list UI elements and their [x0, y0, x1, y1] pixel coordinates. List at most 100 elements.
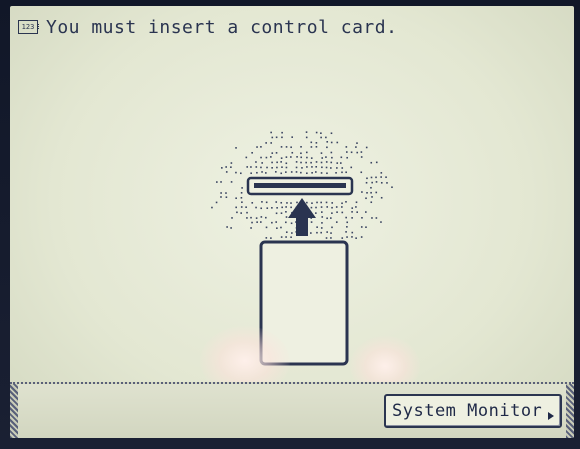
halo-dot: [285, 156, 288, 158]
halo-dot: [336, 211, 338, 213]
halo-dot: [285, 211, 287, 213]
halo-dot: [276, 166, 278, 169]
halo-dot: [240, 196, 243, 199]
halo-dot: [285, 162, 288, 165]
halo-dot: [351, 236, 353, 238]
halo-dot: [230, 181, 233, 183]
halo-dot: [256, 171, 258, 174]
halo-dot: [276, 207, 278, 209]
halo-dot: [251, 202, 254, 204]
halo-dot: [225, 171, 228, 173]
halo-dot: [331, 202, 334, 204]
halo-dot: [235, 197, 237, 200]
halo-dot: [330, 237, 332, 239]
halo-dot: [235, 171, 237, 174]
halo-dot: [220, 192, 222, 194]
halo-dot: [305, 131, 308, 133]
halo-dot: [321, 216, 324, 218]
halo-dot: [255, 161, 257, 163]
halo-dot: [271, 136, 274, 139]
halo-dot: [215, 201, 218, 204]
halo-dot: [290, 236, 292, 239]
halo-dot: [265, 226, 268, 229]
halo-dot: [345, 171, 347, 174]
halo-dot: [350, 166, 353, 169]
halo-dot: [285, 171, 287, 173]
halo-dot: [285, 231, 288, 233]
halo-dot: [330, 141, 333, 144]
halo-dot: [310, 146, 313, 148]
halo-dot: [246, 211, 248, 214]
halo-dot: [341, 211, 344, 214]
halo-dot: [230, 162, 233, 164]
halo-dot: [385, 176, 387, 179]
halo-dot: [341, 202, 343, 205]
halo-dot: [261, 201, 263, 203]
halo-dot: [265, 216, 267, 219]
halo-dot: [310, 221, 313, 223]
halo-dot: [225, 192, 227, 194]
bar-edge-left: [10, 384, 18, 438]
corner-arrow-icon: [548, 412, 554, 420]
halo-dot: [280, 201, 283, 204]
halo-dot: [320, 136, 322, 139]
halo-dot: [295, 161, 298, 163]
insert-card-illustration: [211, 131, 393, 366]
halo-dot: [270, 131, 272, 134]
halo-dot: [250, 216, 252, 219]
halo-dot: [330, 161, 333, 164]
halo-dot: [380, 196, 383, 199]
halo-dot: [346, 236, 348, 238]
halo-dot: [290, 206, 292, 209]
halo-dot: [255, 166, 258, 168]
halo-dot: [330, 217, 332, 219]
halo-dot: [226, 226, 228, 228]
halo-dot: [251, 221, 253, 224]
halo-dot: [321, 166, 323, 169]
halo-dot: [356, 211, 359, 213]
halo-dot: [315, 131, 318, 134]
halo-dot: [336, 162, 339, 164]
halo-dot: [340, 162, 342, 164]
halo-dot: [311, 171, 313, 174]
lcd-screen: 123 You must insert a control card. Syst…: [10, 6, 574, 438]
halo-dot: [296, 201, 298, 204]
halo-dot: [311, 202, 313, 204]
halo-dot: [391, 186, 393, 189]
halo-dot: [211, 206, 213, 209]
halo-dot: [351, 211, 353, 213]
halo-dot: [320, 132, 322, 135]
halo-dot: [341, 171, 343, 174]
halo-dot: [320, 206, 323, 208]
halo-dot: [371, 181, 373, 184]
halo-dot: [351, 207, 354, 209]
halo-dot: [325, 136, 327, 139]
halo-dot: [325, 201, 328, 204]
halo-dot: [316, 226, 318, 228]
halo-dot: [310, 141, 313, 144]
halo-dot: [306, 172, 308, 175]
halo-dot: [240, 172, 242, 175]
halo-dot: [281, 166, 283, 168]
halo-dot: [351, 217, 353, 219]
halo-dot: [310, 161, 312, 164]
halo-dot: [241, 187, 243, 189]
halo-dot: [326, 172, 328, 175]
halo-dot: [321, 222, 323, 224]
halo-dot: [345, 201, 347, 203]
halo-dot: [305, 151, 308, 154]
halo-dot: [360, 171, 363, 174]
halo-dot: [265, 237, 268, 239]
halo-dot: [310, 157, 313, 159]
halo-dot: [266, 207, 269, 209]
halo-dot: [355, 206, 357, 208]
halo-dot: [335, 206, 338, 208]
halo-dot: [355, 201, 358, 204]
halo-dot: [275, 221, 278, 223]
system-monitor-button[interactable]: System Monitor: [384, 394, 562, 428]
halo-dot: [260, 207, 263, 210]
halo-dot: [236, 211, 238, 214]
halo-dot: [300, 156, 303, 159]
halo-dot: [331, 226, 333, 229]
halo-dot: [325, 166, 328, 169]
